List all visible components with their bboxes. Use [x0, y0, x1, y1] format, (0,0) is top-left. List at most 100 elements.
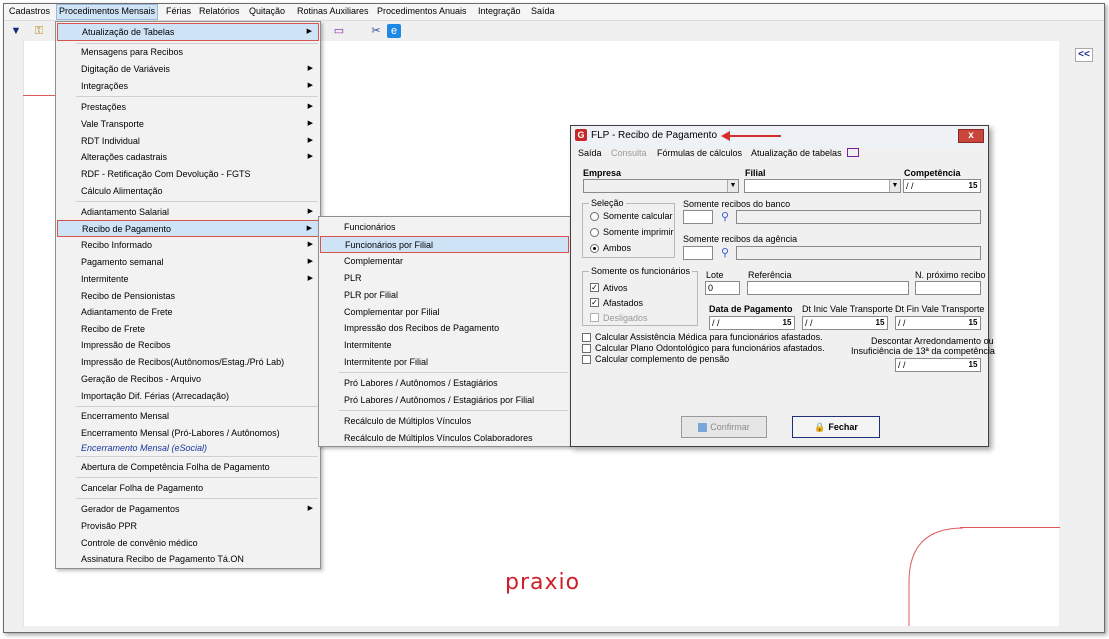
- submenu-item-recalculo-multiplos-vinculos-colab[interactable]: Recálculo de Múltiplos Vínculos Colabora…: [320, 430, 569, 446]
- agencia-field[interactable]: [683, 246, 713, 260]
- menu-item-adiantamento-salarial[interactable]: Adiantamento Salarial ▶: [57, 204, 319, 220]
- submenu-item-funcionarios-por-filial[interactable]: Funcionários por Filial: [320, 236, 569, 253]
- radio-somente-imprimir[interactable]: [590, 228, 599, 237]
- menu-item-digitacao-variaveis[interactable]: Digitação de Variáveis ▶: [57, 61, 319, 77]
- menu-item-atualizacao-tabelas[interactable]: Atualização de Tabelas ▶: [57, 23, 319, 41]
- empresa-select[interactable]: ▼: [583, 179, 739, 193]
- menu-item-encerramento-mensal[interactable]: Encerramento Mensal: [57, 408, 319, 424]
- filial-select[interactable]: ▼: [744, 179, 901, 193]
- menu-saida[interactable]: Saída: [531, 6, 555, 16]
- menu-cadastros[interactable]: Cadastros: [9, 6, 50, 16]
- dialog-menu-consulta[interactable]: Consulta: [611, 148, 647, 158]
- monitor-icon[interactable]: ▭: [332, 24, 346, 38]
- menu-item-intermitente[interactable]: Intermitente ▶: [57, 271, 319, 287]
- proximo-recibo-field[interactable]: [915, 281, 981, 295]
- data-pagamento-field[interactable]: / /15: [709, 316, 795, 330]
- submenu-item-plr-por-filial[interactable]: PLR por Filial: [320, 287, 569, 303]
- menu-item-prestacoes[interactable]: Prestações ▶: [57, 99, 319, 115]
- menu-item-impressao-recibos-autonomos[interactable]: Impressão de Recibos(Autônomos/Estag./Pr…: [57, 354, 319, 370]
- menu-item-recibo-frete[interactable]: Recibo de Frete: [57, 321, 319, 337]
- checkbox-desligados[interactable]: [590, 313, 599, 322]
- submenu-item-intermitente[interactable]: Intermitente: [320, 337, 569, 353]
- banco-field[interactable]: [683, 210, 713, 224]
- menu-item-rdt-individual[interactable]: RDT Individual ▶: [57, 133, 319, 149]
- close-icon[interactable]: x: [958, 129, 984, 143]
- menu-item-adiantamento-frete[interactable]: Adiantamento de Frete: [57, 304, 319, 320]
- submenu-item-complementar[interactable]: Complementar: [320, 253, 569, 269]
- checkbox-complemento-pensao[interactable]: [582, 355, 591, 364]
- dialog-menu-formulas[interactable]: Fórmulas de cálculos: [657, 148, 742, 158]
- menu-rotinas-auxiliares[interactable]: Rotinas Auxiliares: [297, 6, 369, 16]
- submenu-item-recalculo-multiplos-vinculos[interactable]: Recálculo de Múltiplos Vínculos: [320, 413, 569, 429]
- confirmar-button[interactable]: Confirmar: [681, 416, 767, 438]
- referencia-field[interactable]: [747, 281, 909, 295]
- dialog-titlebar[interactable]: G FLP - Recibo de Pagamento x: [571, 126, 988, 147]
- menu-item-gerador-pagamentos[interactable]: Gerador de Pagamentos ▶: [57, 501, 319, 517]
- menu-quitacao[interactable]: Quitação: [249, 6, 285, 16]
- menu-item-provisao-ppr[interactable]: Provisão PPR: [57, 518, 319, 534]
- menubar: Cadastros Procedimentos Mensais Férias R…: [4, 4, 1104, 21]
- menu-item-alteracoes-cadastrais[interactable]: Alterações cadastrais ▶: [57, 149, 319, 165]
- descontar-field[interactable]: / /15: [895, 358, 981, 372]
- menu-item-recibo-informado[interactable]: Recibo Informado ▶: [57, 237, 319, 253]
- checkbox-plano-odonto[interactable]: [582, 344, 591, 353]
- tools-icon[interactable]: ✂: [369, 24, 383, 38]
- search-icon[interactable]: ⚲: [721, 246, 729, 259]
- dialog-menu-saida[interactable]: Saída: [578, 148, 602, 158]
- submenu-item-impressao-recibos[interactable]: Impressão dos Recibos de Pagamento: [320, 320, 569, 336]
- dt-inic-field[interactable]: / /15: [802, 316, 888, 330]
- checkbox-afastados[interactable]: ✓: [590, 298, 599, 307]
- menu-item-vale-transporte[interactable]: Vale Transporte ▶: [57, 116, 319, 132]
- calendar-icon[interactable]: 15: [967, 359, 979, 371]
- calendar-icon[interactable]: 15: [874, 317, 886, 329]
- menu-integracao[interactable]: Integração: [478, 6, 521, 16]
- menu-item-impressao-recibos[interactable]: Impressão de Recibos: [57, 337, 319, 353]
- submenu-item-plr[interactable]: PLR: [320, 270, 569, 286]
- menu-item-rdf[interactable]: RDF - Retificação Com Devolução - FGTS: [57, 166, 319, 182]
- menu-item-calculo-alimentacao[interactable]: Cálculo Alimentação: [57, 183, 319, 199]
- submenu-item-funcionarios[interactable]: Funcionários: [320, 219, 569, 235]
- checkbox-ativos[interactable]: ✓: [590, 283, 599, 292]
- collapse-button[interactable]: <<: [1075, 48, 1093, 62]
- submenu-item-intermitente-por-filial[interactable]: Intermitente por Filial: [320, 354, 569, 370]
- menu-item-cancelar-folha[interactable]: Cancelar Folha de Pagamento: [57, 480, 319, 496]
- menu-item-pagamento-semanal[interactable]: Pagamento semanal ▶: [57, 254, 319, 270]
- submenu-item-pro-labores[interactable]: Pró Labores / Autônomos / Estagiários: [320, 375, 569, 391]
- app-icon[interactable]: e: [387, 24, 401, 38]
- competencia-field[interactable]: / /15: [903, 179, 981, 193]
- calendar-icon[interactable]: 15: [967, 317, 979, 329]
- menu-item-encerramento-mensal-pro-labores[interactable]: Encerramento Mensal (Pró-Labores / Autôn…: [57, 425, 319, 441]
- fechar-button[interactable]: 🔒 Fechar: [792, 416, 880, 438]
- menu-item-encerramento-mensal-esocial[interactable]: Encerramento Mensal (eSocial): [57, 440, 319, 456]
- menu-item-recibo-pagamento[interactable]: Recibo de Pagamento ▶: [57, 220, 319, 237]
- search-icon[interactable]: ⚲: [721, 210, 729, 223]
- menu-item-mensagens-recibos[interactable]: Mensagens para Recibos: [57, 44, 319, 60]
- chevron-down-icon[interactable]: ▼: [727, 180, 738, 192]
- menu-procedimentos-mensais[interactable]: Procedimentos Mensais: [56, 4, 159, 20]
- submenu-item-pro-labores-por-filial[interactable]: Pró Labores / Autônomos / Estagiários po…: [320, 392, 569, 408]
- dialog-title: FLP - Recibo de Pagamento: [591, 130, 718, 141]
- lote-field[interactable]: 0: [705, 281, 740, 295]
- menu-procedimentos-anuais[interactable]: Procedimentos Anuais: [377, 6, 467, 16]
- radio-somente-calcular[interactable]: [590, 212, 599, 221]
- chevron-down-icon[interactable]: ▼: [889, 180, 900, 192]
- menu-item-integracoes[interactable]: Integrações ▶: [57, 78, 319, 94]
- radio-ambos[interactable]: [590, 244, 599, 253]
- keys-icon[interactable]: ⚿: [32, 24, 46, 38]
- menu-item-recibo-pensionistas[interactable]: Recibo de Pensionistas: [57, 288, 319, 304]
- calendar-icon[interactable]: 15: [781, 317, 793, 329]
- menu-relatorios[interactable]: Relatórios: [199, 6, 240, 16]
- menu-item-geracao-recibos-arquivo[interactable]: Geração de Recibos - Arquivo: [57, 371, 319, 387]
- menu-ferias[interactable]: Férias: [166, 6, 191, 16]
- menu-item-importacao-dif-ferias[interactable]: Importação Dif. Férias (Arrecadação): [57, 388, 319, 404]
- menu-item-assinatura-recibo[interactable]: Assinatura Recibo de Pagamento Tá.ON: [57, 551, 319, 567]
- menu-item-abertura-competencia[interactable]: Abertura de Competência Folha de Pagamen…: [57, 459, 319, 475]
- checkbox-assist-medica[interactable]: [582, 333, 591, 342]
- monitor-icon[interactable]: [847, 148, 859, 157]
- expand-icon[interactable]: ▼: [9, 24, 23, 38]
- dialog-menu-atualizacao[interactable]: Atualização de tabelas: [751, 148, 842, 158]
- calendar-icon[interactable]: 15: [967, 180, 979, 192]
- menu-item-controle-convenio[interactable]: Controle de convênio médico: [57, 535, 319, 551]
- dt-fin-field[interactable]: / /15: [895, 316, 981, 330]
- submenu-item-complementar-por-filial[interactable]: Complementar por Filial: [320, 304, 569, 320]
